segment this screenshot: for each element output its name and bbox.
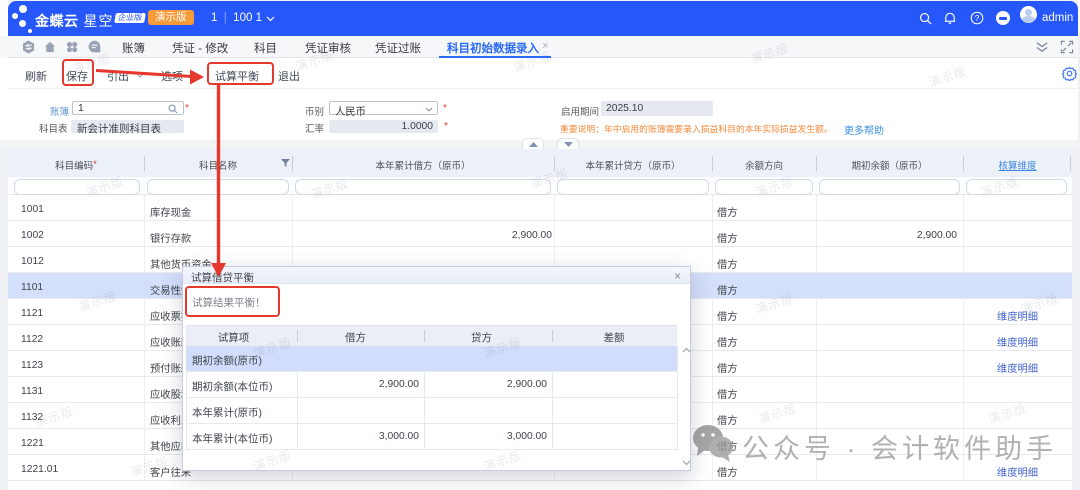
svg-text:?: ? [975,13,980,23]
